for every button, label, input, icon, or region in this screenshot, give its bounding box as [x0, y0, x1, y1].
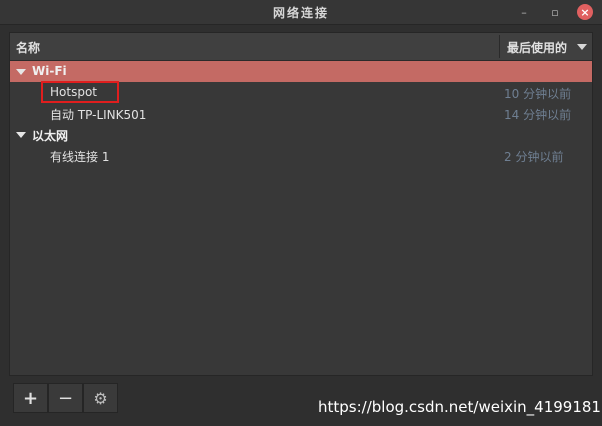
maximize-button[interactable]: ▫ [547, 4, 563, 20]
group-label-ethernet: 以太网 [32, 129, 69, 143]
group-row-ethernet[interactable]: 以太网 [10, 124, 592, 145]
network-connections-window: 网络连接 – ▫ × 名称 最后使用的 Wi-Fi Hotspot 10 分钟以… [0, 0, 602, 426]
expander-down-icon[interactable] [16, 69, 26, 75]
minimize-button[interactable]: – [516, 4, 532, 20]
column-separator [499, 35, 500, 58]
minus-icon: − [57, 387, 74, 409]
connection-name: 自动 TP-LINK501 [50, 108, 147, 122]
sort-descending-icon[interactable] [577, 44, 587, 50]
list-header: 名称 最后使用的 [10, 33, 592, 61]
group-label-wifi: Wi-Fi [32, 64, 67, 78]
column-header-last-used[interactable]: 最后使用的 [507, 39, 567, 56]
plus-icon: + [22, 387, 39, 409]
connection-last-used: 2 分钟以前 [504, 150, 564, 164]
connection-last-used: 14 分钟以前 [504, 108, 572, 122]
connection-settings-button[interactable]: ⚙ [83, 383, 118, 413]
remove-connection-button[interactable]: − [48, 383, 83, 413]
connections-list: 名称 最后使用的 Wi-Fi Hotspot 10 分钟以前 自动 TP-LIN… [9, 32, 593, 376]
watermark-text: https://blog.csdn.net/weixin_41991813 [318, 398, 602, 416]
gear-icon: ⚙ [93, 388, 108, 408]
expander-down-icon[interactable] [16, 132, 26, 138]
close-button[interactable]: × [577, 4, 593, 20]
column-header-name[interactable]: 名称 [16, 39, 40, 56]
annotation-highlight-box [41, 81, 119, 103]
connection-row-wired-1[interactable]: 有线连接 1 2 分钟以前 [10, 145, 592, 166]
group-row-wifi[interactable]: Wi-Fi [10, 61, 592, 82]
add-connection-button[interactable]: + [13, 383, 48, 413]
connection-row-tp-link[interactable]: 自动 TP-LINK501 14 分钟以前 [10, 103, 592, 124]
titlebar[interactable]: 网络连接 – ▫ × [0, 0, 602, 25]
connection-name: 有线连接 1 [50, 150, 110, 164]
connection-last-used: 10 分钟以前 [504, 87, 572, 101]
window-title: 网络连接 [272, 6, 329, 20]
